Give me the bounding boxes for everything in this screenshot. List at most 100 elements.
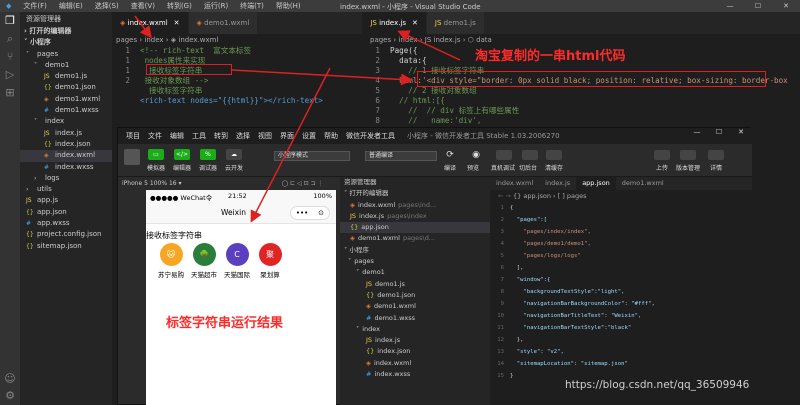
devtools-menu-item[interactable]: 视图 (258, 131, 272, 141)
preview-icon[interactable]: ◉ (468, 150, 484, 160)
devtools-open-editors[interactable]: ˅ 打开的编辑器 (340, 188, 490, 199)
devtools-menu-item[interactable]: 项目 (126, 131, 140, 141)
project-section[interactable]: ˅ 小程序 (20, 37, 112, 48)
files-icon[interactable]: ❐ (0, 12, 20, 30)
capsule-button[interactable]: ••• ⊙ (290, 206, 330, 220)
devtools-tree-item[interactable]: {} demo1.json (340, 290, 490, 301)
editor-toggle-button[interactable]: </> (174, 149, 190, 160)
devtools-menu-item[interactable]: 设置 (302, 131, 316, 141)
tree-item-demo1[interactable]: ˅ demo1 (20, 60, 112, 71)
tree-item-app-json[interactable]: {} app.json (20, 207, 112, 218)
devtools-menu-item[interactable]: 微信开发者工具 (346, 131, 395, 141)
simulator-toggle-button[interactable]: ▭ (148, 149, 164, 160)
minimize-icon[interactable]: — (716, 0, 744, 12)
background-icon[interactable] (522, 150, 538, 160)
devtools-json-editor[interactable]: 1{2 "pages":[3 "pages/index/index", 4 "pa… (490, 202, 752, 405)
menu-item[interactable]: 选择(S) (95, 1, 119, 11)
devtools-menu-item[interactable]: 帮助 (324, 131, 338, 141)
devtools-tree-item[interactable]: {} index.json (340, 346, 490, 357)
cloud-toggle-button[interactable]: ☁ (226, 149, 242, 160)
breadcrumb-right[interactable]: pages › index › JS index.js › ⬡ data (370, 36, 492, 44)
menu-item[interactable]: 帮助(H) (276, 1, 301, 11)
tree-item-utils[interactable]: › utils (20, 184, 112, 195)
close-icon[interactable]: ✕ (730, 128, 752, 136)
mode-select[interactable]: 小程序模式 (274, 151, 350, 161)
debugger-toggle-button[interactable]: % (200, 149, 216, 160)
clear-cache-icon[interactable] (546, 150, 562, 160)
devtools-tree-item[interactable]: ˅ 小程序 (340, 245, 490, 256)
devtools-tab-index-wxml[interactable]: index.wxml (490, 177, 539, 190)
tree-item-demo1-json[interactable]: {} demo1.json (20, 82, 112, 93)
tree-item-index-wxss[interactable]: # index.wxss (20, 162, 112, 173)
simulator-controls[interactable]: ◯ ⊏ ◁ ⊡ ⊐ ⋮ (282, 180, 324, 187)
menu-item[interactable]: 运行(R) (204, 1, 228, 11)
devtools-tree-item[interactable]: # demo1.wxss (340, 313, 490, 324)
maximize-icon[interactable]: ☐ (744, 0, 772, 12)
tree-item-sitemap-json[interactable]: {} sitemap.json (20, 241, 112, 252)
devtools-breadcrumb[interactable]: ← → {} app.json › [ ] pages (490, 190, 752, 202)
devtools-tree-item[interactable]: {} app.json (340, 222, 490, 234)
devtools-tab-index-js[interactable]: index.js (539, 177, 576, 190)
devtools-menu-item[interactable]: 工具 (192, 131, 206, 141)
editor-left[interactable]: 1 <!-- rich-text 富文本标签 1 nodes属性来实现 1 接收标签字… (112, 46, 362, 106)
devtools-tree-item[interactable]: ◈ demo1.wxml (340, 301, 490, 312)
tree-item-index-wxml[interactable]: ◈ index.wxml (20, 150, 112, 162)
source-control-icon[interactable]: ⑂ (0, 48, 20, 66)
tab-demo1-wxml[interactable]: ◈ demo1.wxml (188, 12, 258, 34)
tree-item-logs[interactable]: › logs (20, 173, 112, 184)
device-select[interactable]: iPhone 5 100% 16 ▾ (122, 180, 182, 187)
tree-item-index[interactable]: ˅ index (20, 116, 112, 127)
tree-item-app-wxss[interactable]: # app.wxss (20, 218, 112, 229)
extensions-icon[interactable]: ⊞ (0, 84, 20, 102)
tab-index-wxml[interactable]: ◈ index.wxml ✕ (112, 12, 188, 34)
minimize-icon[interactable]: — (686, 128, 708, 136)
run-icon[interactable]: ▷ (0, 66, 20, 84)
open-editors-section[interactable]: › 打开的编辑器 (20, 26, 112, 37)
tree-item-app-js[interactable]: JS app.js (20, 195, 112, 206)
search-icon[interactable]: ⌕ (0, 30, 20, 48)
version-icon[interactable] (680, 150, 696, 160)
devtools-tab-demo1-wxml[interactable]: demo1.wxml (616, 177, 670, 190)
tree-item-pages[interactable]: ˅ pages (20, 49, 112, 60)
devtools-menu-item[interactable]: 选择 (236, 131, 250, 141)
devtools-tree-item[interactable]: # index.wxss (340, 369, 490, 380)
devtools-tree-item[interactable]: ˅ demo1 (340, 267, 490, 278)
tree-item-index-js[interactable]: JS index.js (20, 128, 112, 139)
devtools-tree-item[interactable]: JS demo1.js (340, 279, 490, 290)
remote-debug-icon[interactable] (496, 150, 512, 160)
devtools-tree-item[interactable]: ◈ index.wxml pages\ind... (340, 200, 490, 211)
maximize-icon[interactable]: ☐ (708, 128, 730, 136)
devtools-menu-item[interactable]: 编辑 (170, 131, 184, 141)
menu-item[interactable]: 文件(F) (23, 1, 47, 11)
close-icon[interactable]: ✕ (772, 0, 800, 12)
tab-demo1-js[interactable]: JS demo1.js (426, 12, 484, 34)
menu-item[interactable]: 转到(G) (167, 1, 192, 11)
avatar[interactable] (124, 149, 140, 165)
refresh-icon[interactable]: ⟳ (442, 150, 458, 160)
devtools-tree-item[interactable]: JS index.js pages\index (340, 211, 490, 222)
tree-item-index-json[interactable]: {} index.json (20, 139, 112, 150)
devtools-menu-item[interactable]: 文件 (148, 131, 162, 141)
details-icon[interactable] (708, 150, 724, 160)
tree-item-demo1-js[interactable]: JS demo1.js (20, 71, 112, 82)
devtools-tree-item[interactable]: ˅ index (340, 324, 490, 335)
devtools-tree-item[interactable]: JS index.js (340, 335, 490, 346)
tree-item-demo1-wxml[interactable]: ◈ demo1.wxml (20, 94, 112, 105)
devtools-tree-item[interactable]: ◈ demo1.wxml pages\d... (340, 233, 490, 244)
breadcrumb-left[interactable]: pages › index › ◈ index.wxml (116, 36, 218, 44)
upload-icon[interactable] (654, 150, 670, 160)
account-icon[interactable]: ☺ (0, 370, 20, 388)
settings-gear-icon[interactable]: ⚙ (0, 387, 20, 405)
menu-item[interactable]: 查看(V) (131, 1, 155, 11)
devtools-menu-item[interactable]: 界面 (280, 131, 294, 141)
tree-item-demo1-wxss[interactable]: # demo1.wxss (20, 105, 112, 116)
devtools-tree-item[interactable]: ◈ index.wxml (340, 358, 490, 369)
tree-item-project-config-json[interactable]: {} project.config.json (20, 229, 112, 240)
menu-item[interactable]: 编辑(E) (59, 1, 83, 11)
devtools-tab-app-json[interactable]: app.json (576, 177, 616, 190)
tab-index-js[interactable]: JS index.js ✕ (362, 12, 426, 34)
menu-item[interactable]: 终端(T) (240, 1, 264, 11)
compile-select[interactable]: 普通编译 (365, 151, 437, 161)
devtools-menu-item[interactable]: 转到 (214, 131, 228, 141)
devtools-tree-item[interactable]: ˅ pages (340, 256, 490, 267)
